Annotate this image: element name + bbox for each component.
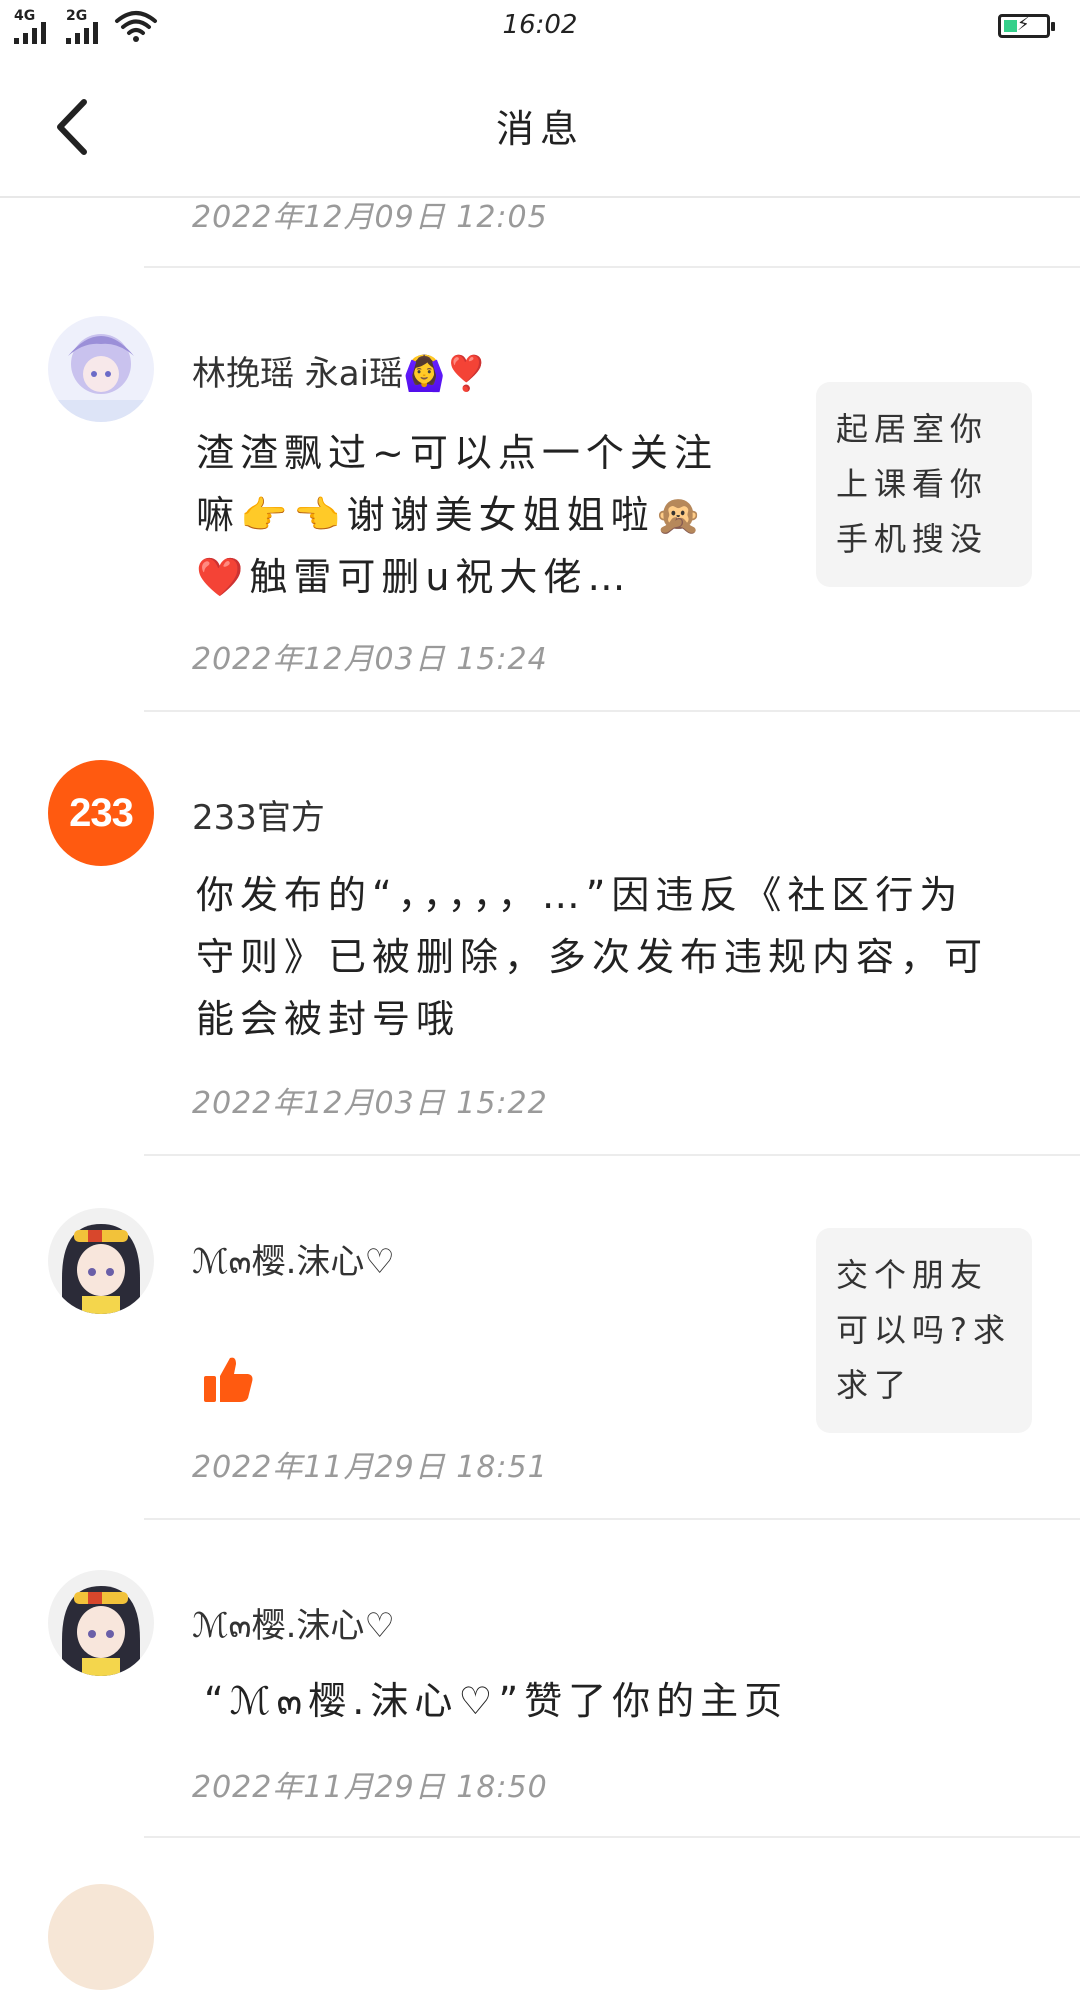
divider <box>144 1836 1080 1838</box>
top-nav-bar: 消息 <box>0 54 1080 198</box>
page-title: 消息 <box>495 107 584 151</box>
divider <box>144 710 1080 712</box>
quoted-content[interactable]: 交个朋友可以吗?求求了 <box>816 1228 1032 1433</box>
like-thumb-icon <box>204 1357 253 1402</box>
message-time: 2022年12月03日 15:22 <box>192 1086 548 1121</box>
message-text: 渣渣飘过~可以点一个关注嘛👉👈谢谢美女姐姐啦🙊❤️触雷可删u祝大佬… <box>196 431 718 599</box>
message-text: “ℳ๓樱.沫心♡”赞了你的主页 <box>204 1679 789 1723</box>
message-time: 2022年12月09日 12:05 <box>192 200 548 235</box>
avatar[interactable] <box>48 1884 154 1990</box>
sender-name: 233官方 <box>192 798 325 838</box>
message-time: 2022年12月03日 15:24 <box>192 642 548 677</box>
battery-icon: ⚡ <box>998 14 1055 38</box>
official-233-logo[interactable]: 233 <box>48 760 154 866</box>
message-time: 2022年11月29日 18:50 <box>192 1770 548 1805</box>
avatar[interactable] <box>48 1570 154 1676</box>
status-time: 16:02 <box>502 10 578 40</box>
divider <box>144 266 1080 268</box>
sender-name: 林挽瑶 永ai瑶🙆‍♀️❣️ <box>192 354 488 394</box>
sender-name: ℳ๓樱.沫心♡ <box>192 1242 395 1282</box>
avatar[interactable] <box>48 1208 154 1314</box>
avatar[interactable] <box>48 316 154 422</box>
sender-name: ℳ๓樱.沫心♡ <box>192 1606 395 1646</box>
logo-text: 233 <box>69 790 134 835</box>
status-bar: 4G 2G 16:02 ⚡ <box>0 0 1080 54</box>
quoted-content[interactable]: 起居室你上课看你手机搜没 <box>816 382 1032 587</box>
divider <box>144 1518 1080 1520</box>
divider <box>144 1154 1080 1156</box>
message-time: 2022年11月29日 18:51 <box>192 1450 548 1485</box>
message-text: 你发布的“，，，，，…”因违反《社区行为守则》已被删除，多次发布违规内容，可能会… <box>196 873 989 1041</box>
